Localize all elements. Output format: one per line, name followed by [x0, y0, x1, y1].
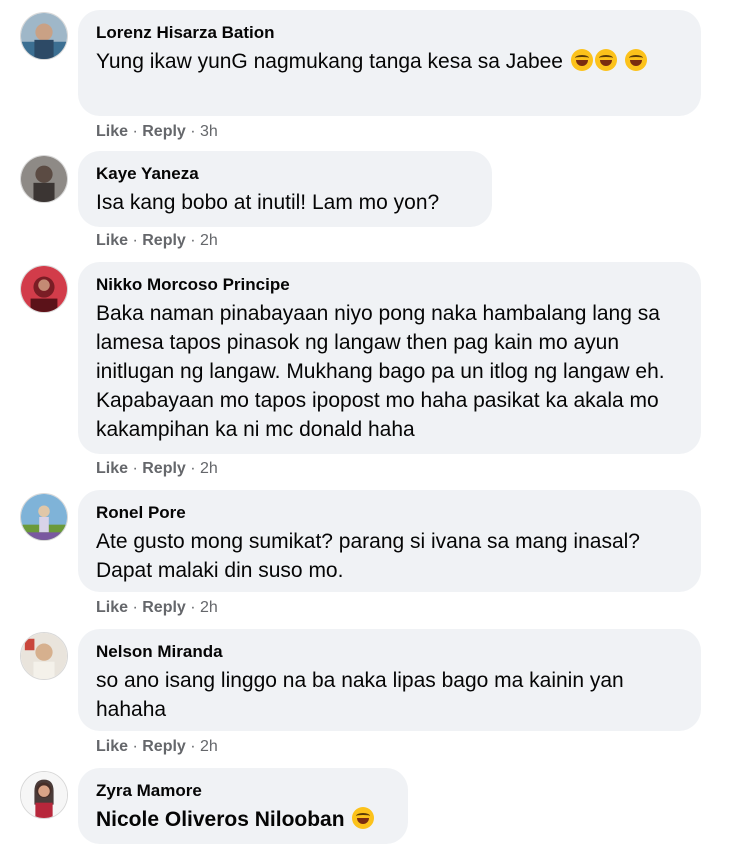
comment-bubble: Nikko Morcoso Principe Baka naman pinaba…	[78, 262, 701, 454]
like-button[interactable]: Like	[96, 123, 128, 140]
reply-button[interactable]: Reply	[142, 232, 186, 249]
comment-author[interactable]: Nikko Morcoso Principe	[96, 274, 683, 296]
avatar[interactable]	[20, 632, 68, 680]
comment-author[interactable]: Nelson Miranda	[96, 641, 683, 663]
comment-bubble: Nelson Miranda so ano isang linggo na ba…	[78, 629, 701, 731]
like-button[interactable]: Like	[96, 599, 128, 616]
comment-text: so ano isang linggo na ba naka lipas bag…	[96, 669, 624, 721]
rolling-on-floor-laughing-icon	[624, 49, 647, 71]
comment-actions: Like · Reply · 2h	[96, 738, 218, 755]
reply-button[interactable]: Reply	[142, 123, 186, 140]
rolling-on-floor-laughing-icon	[352, 807, 375, 829]
comment-text: Baka naman pinabayaan niyo pong naka ham…	[96, 302, 665, 441]
comment-text: Isa kang bobo at inutil! Lam mo yon?	[96, 191, 440, 214]
comment-actions: Like · Reply · 2h	[96, 599, 218, 616]
rolling-on-floor-laughing-icon	[570, 49, 593, 71]
comment-timestamp[interactable]: 2h	[200, 599, 218, 616]
avatar[interactable]	[20, 155, 68, 203]
rolling-on-floor-laughing-icon	[594, 49, 617, 71]
avatar[interactable]	[20, 12, 68, 60]
comment-bubble: Lorenz Hisarza Bation Yung ikaw yunG nag…	[78, 10, 701, 116]
avatar[interactable]	[20, 265, 68, 313]
avatar[interactable]	[20, 771, 68, 819]
comment-timestamp[interactable]: 2h	[200, 232, 218, 249]
comment-author[interactable]: Kaye Yaneza	[96, 163, 474, 185]
mentioned-user-link[interactable]: Nicole Oliveros Nilooban	[96, 808, 345, 831]
comment-text: Nicole Oliveros Nilooban	[96, 805, 390, 834]
comment-timestamp[interactable]: 2h	[200, 738, 218, 755]
comment-actions: Like · Reply · 2h	[96, 460, 218, 477]
comment-actions: Like · Reply · 3h	[96, 123, 218, 140]
comment-author[interactable]: Zyra Mamore	[96, 780, 390, 802]
comment-text: Ate gusto mong sumikat? parang si ivana …	[96, 530, 640, 582]
reply-button[interactable]: Reply	[142, 599, 186, 616]
reply-button[interactable]: Reply	[142, 738, 186, 755]
comment-bubble: Kaye Yaneza Isa kang bobo at inutil! Lam…	[78, 151, 492, 227]
like-button[interactable]: Like	[96, 232, 128, 249]
reply-button[interactable]: Reply	[142, 460, 186, 477]
avatar[interactable]	[20, 493, 68, 541]
comment-timestamp[interactable]: 2h	[200, 460, 218, 477]
like-button[interactable]: Like	[96, 460, 128, 477]
comment-text: Yung ikaw yunG nagmukang tanga kesa sa J…	[96, 47, 683, 76]
like-button[interactable]: Like	[96, 738, 128, 755]
comment-author[interactable]: Lorenz Hisarza Bation	[96, 22, 683, 44]
comment-bubble: Ronel Pore Ate gusto mong sumikat? paran…	[78, 490, 701, 592]
comment-bubble: Zyra Mamore Nicole Oliveros Nilooban	[78, 768, 408, 844]
comment-author[interactable]: Ronel Pore	[96, 502, 683, 524]
comment-actions: Like · Reply · 2h	[96, 232, 218, 249]
comment-timestamp[interactable]: 3h	[200, 123, 218, 140]
